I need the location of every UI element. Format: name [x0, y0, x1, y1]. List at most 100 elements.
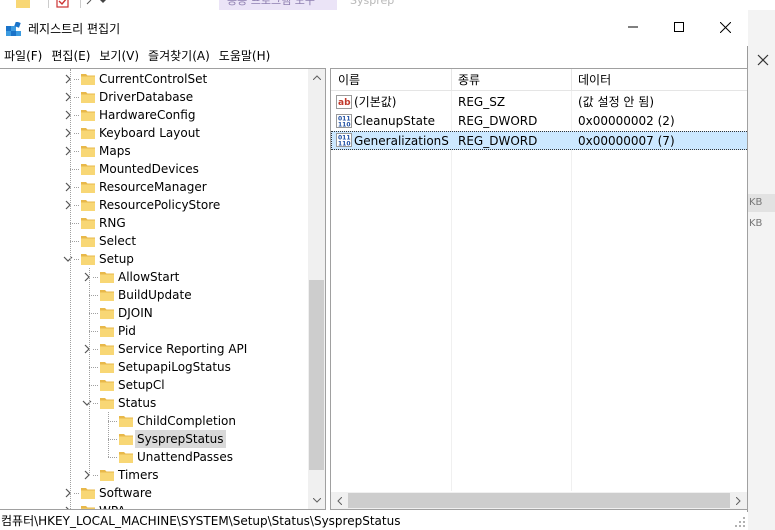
maximize-button[interactable] [656, 12, 702, 42]
tree-item-buildupdate[interactable]: BuildUpdate [0, 286, 306, 304]
tree-item-wpa[interactable]: WPA [0, 502, 306, 510]
tree-guide-line [70, 169, 79, 170]
chevron-down-icon[interactable] [81, 397, 93, 409]
tree-item-label: RNG [99, 216, 126, 230]
chevron-right-icon[interactable] [62, 73, 74, 85]
scroll-down-arrow[interactable] [308, 492, 325, 509]
tree-item-pid[interactable]: Pid [0, 322, 306, 340]
minimize-icon [628, 26, 638, 28]
close-button[interactable] [702, 12, 748, 42]
chevron-right-icon[interactable] [62, 505, 74, 510]
tree-guide-line [89, 385, 98, 386]
tree-item-keyboard-layout[interactable]: Keyboard Layout [0, 124, 306, 142]
chevron-right-icon[interactable] [62, 127, 74, 139]
values-horizontal-scrollbar[interactable] [331, 492, 747, 509]
close-icon [757, 54, 769, 66]
chevron-right-icon[interactable] [81, 343, 93, 355]
chevron-right-icon[interactable] [62, 181, 74, 193]
chevron-down-icon[interactable] [62, 253, 74, 265]
key-tree-pane[interactable]: CurrentControlSet DriverDatabase HardwareC… [0, 68, 326, 510]
folder-icon [81, 164, 95, 175]
tree-item-resourcemanager[interactable]: ResourceManager [0, 178, 306, 196]
background-tab-title: Sysprep [350, 0, 395, 7]
tree-item-rng[interactable]: RNG [0, 214, 306, 232]
tree-item-software[interactable]: Software [0, 484, 306, 502]
chevron-right-icon[interactable] [62, 145, 74, 157]
column-header-type[interactable]: 종류 [451, 69, 571, 91]
tree-item-driverdatabase[interactable]: DriverDatabase [0, 88, 306, 106]
scroll-right-arrow[interactable] [730, 492, 747, 509]
registry-editor-window: 레지스트리 편집기 파일(F) 편집(E) 보기(V) 즐겨찾기(A) 도움말(… [0, 10, 748, 530]
tree-item-label: Service Reporting API [118, 342, 248, 356]
tree-item-service-reporting-api[interactable]: Service Reporting API [0, 340, 306, 358]
background-size-fragment: KB [748, 194, 775, 212]
tree-item-hardwareconfig[interactable]: HardwareConfig [0, 106, 306, 124]
tree-vertical-scrollbar[interactable] [308, 69, 325, 509]
menu-view[interactable]: 보기(V) [95, 46, 144, 66]
svg-text:110: 110 [338, 122, 351, 129]
folder-icon [81, 488, 95, 499]
tree-item-unattendpasses[interactable]: UnattendPasses [0, 448, 306, 466]
value-data: 0x00000002 (2) [578, 114, 675, 128]
tree-item-select[interactable]: Select [0, 232, 306, 250]
scroll-left-arrow[interactable] [331, 492, 348, 509]
chevron-right-icon[interactable] [81, 271, 93, 283]
status-path: 컴퓨터\HKEY_LOCAL_MACHINE\SYSTEM\Setup\Stat… [1, 514, 401, 528]
tree-item-setupapilogstatus[interactable]: SetupapiLogStatus [0, 358, 306, 376]
close-icon [719, 21, 731, 33]
menu-edit[interactable]: 편집(E) [47, 46, 95, 66]
chevron-right-icon[interactable] [62, 91, 74, 103]
tree-item-resourcepolicystore[interactable]: ResourcePolicyStore [0, 196, 306, 214]
tree-item-label: AllowStart [118, 270, 180, 284]
folder-icon [100, 344, 114, 355]
tree-item-timers[interactable]: Timers [0, 466, 306, 484]
tree-item-mounteddevices[interactable]: MountedDevices [0, 160, 306, 178]
folder-icon [81, 200, 95, 211]
chevron-right-icon [736, 496, 741, 505]
resize-grip-icon[interactable] [734, 516, 746, 528]
window-title: 레지스트리 편집기 [28, 22, 121, 36]
tree-item-status[interactable]: Status [0, 394, 306, 412]
folder-icon [81, 110, 95, 121]
chevron-down-icon [312, 498, 321, 503]
values-list-pane[interactable]: 이름 종류 데이터 ab (기본값) REG_SZ (값 설정 안 됨) 011… [330, 68, 748, 510]
tree-item-label: UnattendPasses [137, 450, 233, 464]
tree-guide-line [70, 241, 79, 242]
column-header-name[interactable]: 이름 [331, 69, 451, 91]
tree-guide-line [70, 223, 79, 224]
values-scroll-thumb[interactable] [348, 493, 730, 508]
chevron-up-icon [312, 75, 321, 80]
title-bar[interactable]: 레지스트리 편집기 [0, 10, 748, 46]
tree-item-currentcontrolset[interactable]: CurrentControlSet [0, 70, 306, 88]
tree-item-childcompletion[interactable]: ChildCompletion [0, 412, 306, 430]
menu-favorites[interactable]: 즐겨찾기(A) [144, 46, 215, 66]
folder-icon [100, 272, 114, 283]
value-row[interactable]: 011 110 CleanupState REG_DWORD 0x0000000… [331, 112, 747, 131]
chevron-right-icon[interactable] [62, 199, 74, 211]
tree-item-label: DriverDatabase [99, 90, 194, 104]
tree-item-sysprepstatus[interactable]: SysprepStatus [0, 430, 306, 448]
column-header-data[interactable]: 데이터 [571, 69, 747, 91]
scroll-up-arrow[interactable] [308, 69, 325, 86]
chevron-right-icon[interactable] [62, 487, 74, 499]
chevron-right-icon[interactable] [62, 109, 74, 121]
tree-item-label: ResourcePolicyStore [99, 198, 221, 212]
tree-item-setupcl[interactable]: SetupCl [0, 376, 306, 394]
value-name: GeneralizationS... [354, 134, 450, 148]
tree-item-label: HardwareConfig [99, 108, 196, 122]
value-row[interactable]: ab (기본값) REG_SZ (값 설정 안 됨) [331, 93, 747, 112]
value-row-selected[interactable]: 011 110 GeneralizationS... REG_DWORD 0x0… [331, 131, 747, 150]
menu-file[interactable]: 파일(F) [0, 46, 47, 66]
menu-help[interactable]: 도움말(H) [215, 46, 276, 66]
minimize-button[interactable] [610, 12, 656, 42]
tree-scroll-thumb[interactable] [309, 280, 324, 470]
tree-item-label: MountedDevices [99, 162, 199, 176]
tree-item-djoin[interactable]: DJOIN [0, 304, 306, 322]
tree-item-maps[interactable]: Maps [0, 142, 306, 160]
tree-item-setup[interactable]: Setup [0, 250, 306, 268]
chevron-right-icon[interactable] [81, 469, 93, 481]
tree-item-label: Setup [99, 252, 134, 266]
tree-guide-line [108, 412, 109, 457]
background-window-edge: KB KB [747, 10, 775, 530]
tree-item-allowstart[interactable]: AllowStart [0, 268, 306, 286]
